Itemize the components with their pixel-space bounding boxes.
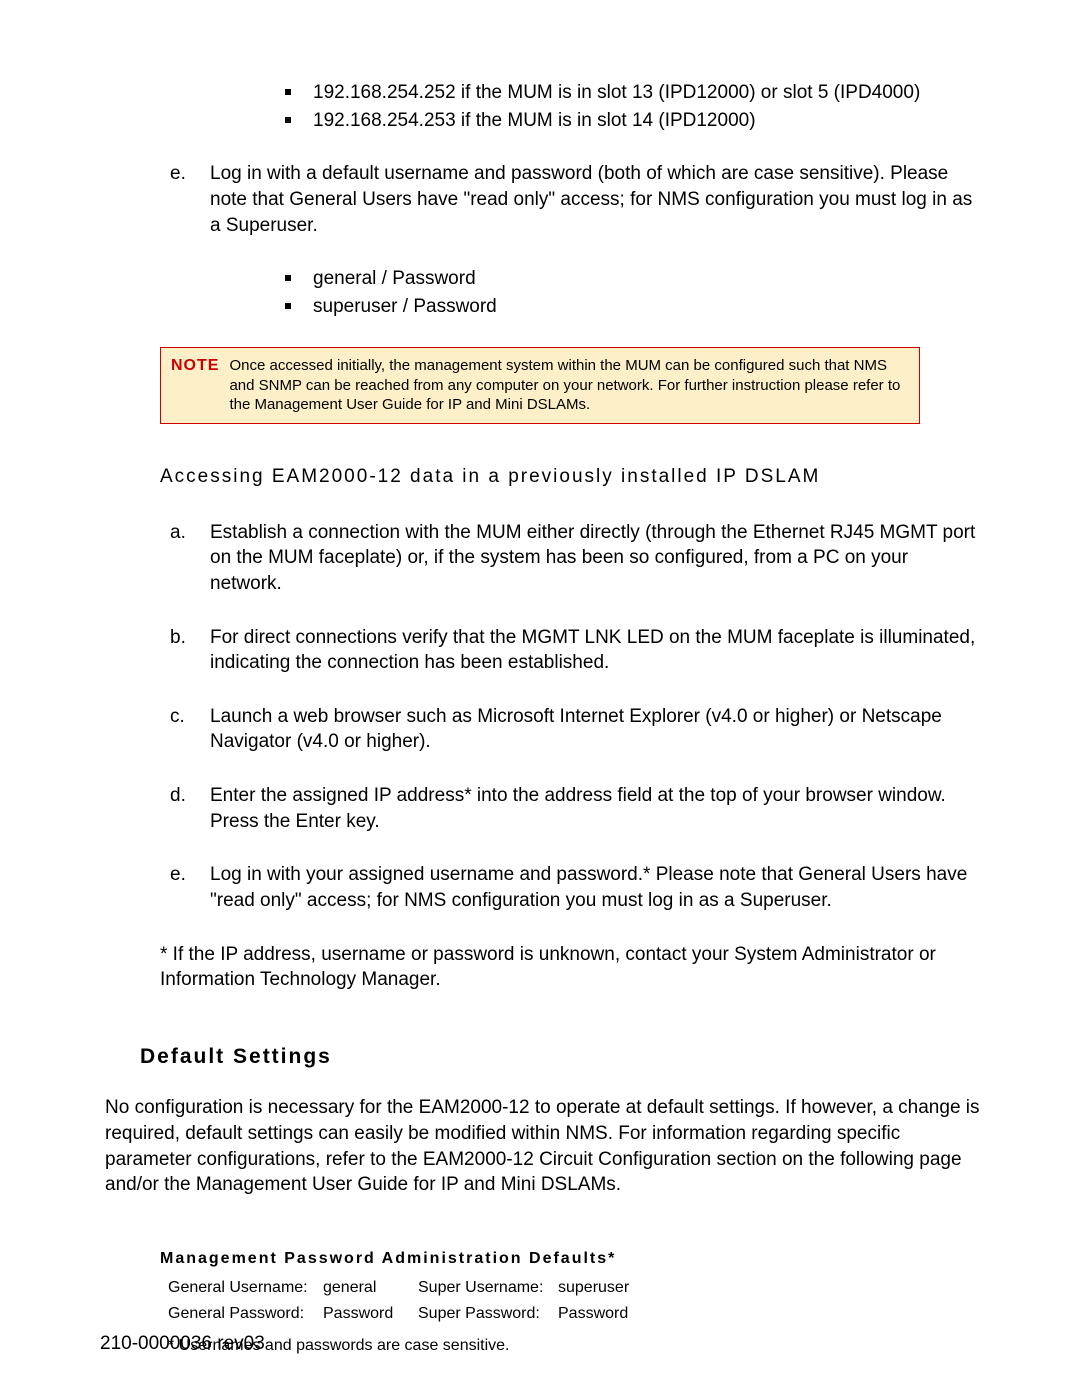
note-box: NOTE Once accessed initially, the manage… <box>160 347 920 424</box>
defaults-value: superuser <box>558 1277 629 1299</box>
subheading-accessing: Accessing EAM2000-12 data in a previousl… <box>160 464 980 490</box>
ordered-step-e1: e. Log in with a default username and pa… <box>170 161 980 238</box>
note-text: Once accessed initially, the management … <box>229 356 909 415</box>
ordered-step-e2: e. Log in with your assigned username an… <box>170 862 980 913</box>
cred-text: superuser / Password <box>313 296 497 317</box>
defaults-title: Management Password Administration Defau… <box>160 1248 980 1270</box>
step-text: For direct connections verify that the M… <box>210 625 980 676</box>
defaults-row: General Username: general Super Username… <box>168 1277 980 1299</box>
ip-bullets: 192.168.254.252 if the MUM is in slot 13… <box>285 80 980 133</box>
step-text: Log in with your assigned username and p… <box>210 862 980 913</box>
list-item: general / Password <box>285 266 980 292</box>
cred-text: general / Password <box>313 268 476 289</box>
defaults-footnote: * Usernames and passwords are case sensi… <box>168 1335 980 1357</box>
step-marker: a. <box>170 520 210 597</box>
list-item: 192.168.254.253 if the MUM is in slot 14… <box>285 108 980 134</box>
step-text: Launch a web browser such as Microsoft I… <box>210 704 980 755</box>
page-footer: 210-0000036 rev03 <box>100 1331 265 1357</box>
step-text: Establish a connection with the MUM eith… <box>210 520 980 597</box>
defaults-box: Management Password Administration Defau… <box>160 1248 980 1356</box>
step-marker: b. <box>170 625 210 676</box>
note-label: NOTE <box>171 356 219 415</box>
defaults-label: Super Username: <box>418 1277 558 1299</box>
step-text: Log in with a default username and passw… <box>210 161 980 238</box>
ip-text: 192.168.254.252 if the MUM is in slot 13… <box>313 82 920 103</box>
list-item: 192.168.254.252 if the MUM is in slot 13… <box>285 80 980 106</box>
defaults-label: Super Password: <box>418 1303 558 1325</box>
default-settings-para: No configuration is necessary for the EA… <box>105 1095 980 1198</box>
defaults-value: general <box>323 1277 418 1299</box>
defaults-label: General Password: <box>168 1303 323 1325</box>
defaults-label: General Username: <box>168 1277 323 1299</box>
ip-text: 192.168.254.253 if the MUM is in slot 14… <box>313 110 756 131</box>
credential-bullets: general / Password superuser / Password <box>285 266 980 319</box>
defaults-value: Password <box>323 1303 418 1325</box>
asterisk-note: * If the IP address, username or passwor… <box>160 942 980 993</box>
step-marker: d. <box>170 783 210 834</box>
step-marker: e. <box>170 161 210 238</box>
defaults-row: General Password: Password Super Passwor… <box>168 1303 980 1325</box>
ordered-step-a: a. Establish a connection with the MUM e… <box>170 520 980 597</box>
section-heading-default-settings: Default Settings <box>140 1043 980 1071</box>
step-marker: e. <box>170 862 210 913</box>
list-item: superuser / Password <box>285 294 980 320</box>
ordered-step-c: c. Launch a web browser such as Microsof… <box>170 704 980 755</box>
step-marker: c. <box>170 704 210 755</box>
ordered-step-d: d. Enter the assigned IP address* into t… <box>170 783 980 834</box>
ordered-step-b: b. For direct connections verify that th… <box>170 625 980 676</box>
step-text: Enter the assigned IP address* into the … <box>210 783 980 834</box>
defaults-value: Password <box>558 1303 628 1325</box>
